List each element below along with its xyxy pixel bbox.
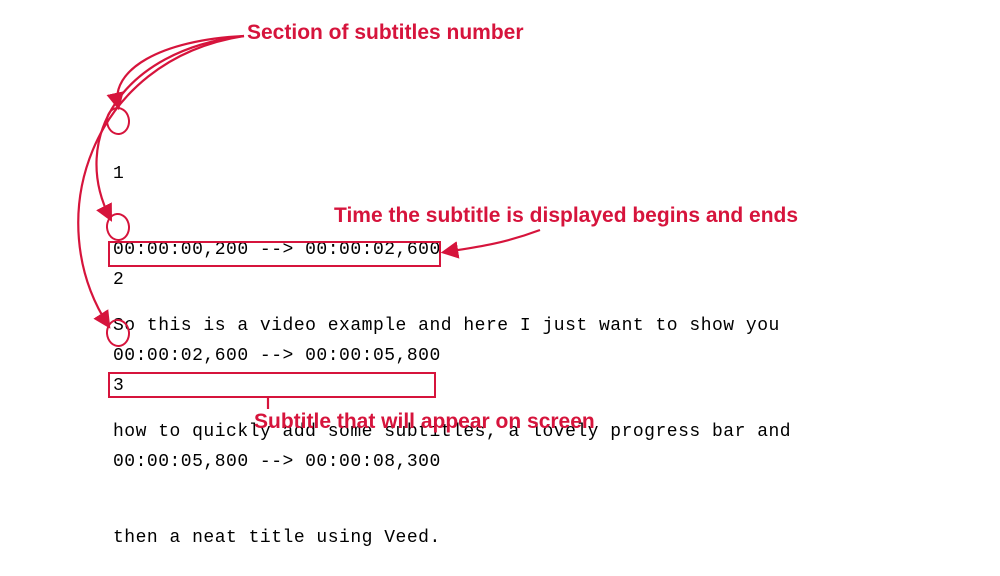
box-highlight — [108, 241, 441, 267]
annotation-section-number: Section of subtitles number — [247, 21, 524, 45]
subtitle-time: 00:00:05,800 --> 00:00:08,300 — [113, 450, 441, 475]
subtitle-index: 2 — [113, 268, 791, 293]
box-highlight — [108, 372, 436, 398]
subtitle-block: 3 00:00:05,800 --> 00:00:08,300 then a n… — [113, 324, 441, 576]
annotation-subtitle-text: Subtitle that will appear on screen — [254, 410, 595, 434]
subtitle-text: then a neat title using Veed. — [113, 526, 441, 551]
subtitle-index: 1 — [113, 162, 780, 187]
annotation-time-range: Time the subtitle is displayed begins an… — [334, 204, 798, 228]
